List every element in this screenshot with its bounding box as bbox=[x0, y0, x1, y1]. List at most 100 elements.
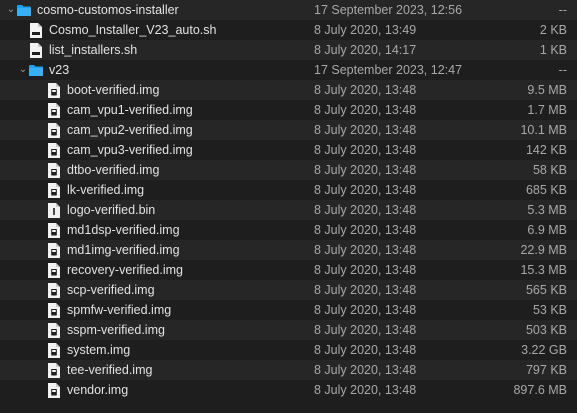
shell-script-icon bbox=[29, 22, 43, 38]
chevron-down-icon[interactable]: ⌄ bbox=[17, 60, 29, 80]
item-name: cam_vpu3-verified.img bbox=[67, 143, 193, 157]
file-row[interactable]: vendor.img 8 July 2020, 13:48 897.6 MB bbox=[0, 380, 577, 400]
item-size: 142 KB bbox=[525, 143, 567, 157]
item-date: 8 July 2020, 14:17 bbox=[314, 43, 417, 57]
item-date: 8 July 2020, 13:48 bbox=[314, 143, 417, 157]
item-date: 8 July 2020, 13:49 bbox=[314, 23, 417, 37]
disk-image-icon bbox=[47, 322, 61, 338]
item-name: system.img bbox=[67, 343, 131, 357]
disk-image-icon bbox=[47, 162, 61, 178]
item-date: 8 July 2020, 13:48 bbox=[314, 383, 417, 397]
file-row[interactable]: dtbo-verified.img 8 July 2020, 13:48 58 KB bbox=[0, 160, 577, 180]
file-row[interactable]: spmfw-verified.img 8 July 2020, 13:48 53 K… bbox=[0, 300, 577, 320]
item-size: -- bbox=[558, 3, 567, 17]
item-name: Cosmo_Installer_V23_auto.sh bbox=[49, 23, 217, 37]
item-name: scp-verified.img bbox=[67, 283, 155, 297]
binary-file-icon bbox=[47, 202, 61, 218]
item-name: cam_vpu1-verified.img bbox=[67, 103, 193, 117]
item-size: 10.1 MB bbox=[520, 123, 567, 137]
file-row[interactable]: cam_vpu2-verified.img 8 July 2020, 13:48 1… bbox=[0, 120, 577, 140]
disk-image-icon bbox=[47, 302, 61, 318]
file-row[interactable]: system.img 8 July 2020, 13:48 3.22 GB bbox=[0, 340, 577, 360]
disk-image-icon bbox=[47, 282, 61, 298]
item-name: spmfw-verified.img bbox=[67, 303, 172, 317]
item-name: tee-verified.img bbox=[67, 363, 153, 377]
disk-image-icon bbox=[47, 222, 61, 238]
item-date: 8 July 2020, 13:48 bbox=[314, 183, 417, 197]
file-row[interactable]: md1img-verified.img 8 July 2020, 13:48 22.… bbox=[0, 240, 577, 260]
item-size: 58 KB bbox=[532, 163, 567, 177]
item-size: 5.3 MB bbox=[527, 203, 567, 217]
disk-image-icon bbox=[47, 262, 61, 278]
item-size: 1 KB bbox=[539, 43, 567, 57]
file-row[interactable]: lk-verified.img 8 July 2020, 13:48 685 KB bbox=[0, 180, 577, 200]
item-size: 53 KB bbox=[532, 303, 567, 317]
item-size: 9.5 MB bbox=[527, 83, 567, 97]
chevron-down-icon[interactable]: ⌄ bbox=[5, 0, 17, 20]
item-size: 797 KB bbox=[525, 363, 567, 377]
disk-image-icon bbox=[47, 82, 61, 98]
item-name: v23 bbox=[49, 63, 70, 77]
item-date: 8 July 2020, 13:48 bbox=[314, 163, 417, 177]
file-row[interactable]: logo-verified.bin 8 July 2020, 13:48 5.3 M… bbox=[0, 200, 577, 220]
file-row[interactable]: recovery-verified.img 8 July 2020, 13:48 1… bbox=[0, 260, 577, 280]
item-date: 8 July 2020, 13:48 bbox=[314, 123, 417, 137]
item-date: 17 September 2023, 12:56 bbox=[314, 3, 463, 17]
folder-icon bbox=[29, 62, 43, 78]
item-name: logo-verified.bin bbox=[67, 203, 156, 217]
item-date: 8 July 2020, 13:48 bbox=[314, 343, 417, 357]
item-name: recovery-verified.img bbox=[67, 263, 184, 277]
disk-image-icon bbox=[47, 122, 61, 138]
item-size: -- bbox=[558, 63, 567, 77]
item-size: 2 KB bbox=[539, 23, 567, 37]
disk-image-icon bbox=[47, 382, 61, 398]
item-name: dtbo-verified.img bbox=[67, 163, 160, 177]
file-row[interactable]: tee-verified.img 8 July 2020, 13:48 797 KB bbox=[0, 360, 577, 380]
disk-image-icon bbox=[47, 142, 61, 158]
file-row[interactable]: md1dsp-verified.img 8 July 2020, 13:48 6.9… bbox=[0, 220, 577, 240]
item-size: 503 KB bbox=[525, 323, 567, 337]
item-name: md1dsp-verified.img bbox=[67, 223, 180, 237]
item-name: cam_vpu2-verified.img bbox=[67, 123, 193, 137]
item-name: boot-verified.img bbox=[67, 83, 160, 97]
item-size: 1.7 MB bbox=[527, 103, 567, 117]
item-date: 8 July 2020, 13:48 bbox=[314, 263, 417, 277]
file-row[interactable]: sspm-verified.img 8 July 2020, 13:48 503 K… bbox=[0, 320, 577, 340]
item-size: 6.9 MB bbox=[527, 223, 567, 237]
item-date: 8 July 2020, 13:48 bbox=[314, 283, 417, 297]
item-name: list_installers.sh bbox=[49, 43, 138, 57]
item-name: sspm-verified.img bbox=[67, 323, 165, 337]
item-size: 22.9 MB bbox=[520, 243, 567, 257]
item-date: 8 July 2020, 13:48 bbox=[314, 363, 417, 377]
item-date: 8 July 2020, 13:48 bbox=[314, 103, 417, 117]
item-date: 8 July 2020, 13:48 bbox=[314, 83, 417, 97]
file-row[interactable]: boot-verified.img 8 July 2020, 13:48 9.5 M… bbox=[0, 80, 577, 100]
item-date: 8 July 2020, 13:48 bbox=[314, 303, 417, 317]
item-name: lk-verified.img bbox=[67, 183, 145, 197]
folder-row-cosmo-customos-installer[interactable]: ⌄ cosmo-customos-installer 17 September … bbox=[0, 0, 577, 20]
item-size: 15.3 MB bbox=[520, 263, 567, 277]
disk-image-icon bbox=[47, 102, 61, 118]
shell-script-icon bbox=[29, 42, 43, 58]
disk-image-icon bbox=[47, 182, 61, 198]
file-row-cosmo-installer-sh[interactable]: Cosmo_Installer_V23_auto.sh 8 July 2020,… bbox=[0, 20, 577, 40]
file-row[interactable]: cam_vpu3-verified.img 8 July 2020, 13:48 1… bbox=[0, 140, 577, 160]
item-date: 8 July 2020, 13:48 bbox=[314, 203, 417, 217]
item-date: 8 July 2020, 13:48 bbox=[314, 323, 417, 337]
item-name: cosmo-customos-installer bbox=[37, 3, 179, 17]
disk-image-icon bbox=[47, 362, 61, 378]
item-size: 3.22 GB bbox=[521, 343, 567, 357]
item-date: 8 July 2020, 13:48 bbox=[314, 223, 417, 237]
file-row-list-installers-sh[interactable]: list_installers.sh 8 July 2020, 14:17 1 … bbox=[0, 40, 577, 60]
folder-row-v23[interactable]: ⌄ v23 17 September 2023, 12:47 -- bbox=[0, 60, 577, 80]
disk-image-icon bbox=[47, 342, 61, 358]
item-size: 685 KB bbox=[525, 183, 567, 197]
file-row[interactable]: cam_vpu1-verified.img 8 July 2020, 13:48 1… bbox=[0, 100, 577, 120]
file-row[interactable]: scp-verified.img 8 July 2020, 13:48 565 KB bbox=[0, 280, 577, 300]
item-size: 565 KB bbox=[525, 283, 567, 297]
disk-image-icon bbox=[47, 242, 61, 258]
item-name: md1img-verified.img bbox=[67, 243, 180, 257]
folder-icon bbox=[17, 2, 31, 18]
item-date: 8 July 2020, 13:48 bbox=[314, 243, 417, 257]
item-name: vendor.img bbox=[67, 383, 129, 397]
